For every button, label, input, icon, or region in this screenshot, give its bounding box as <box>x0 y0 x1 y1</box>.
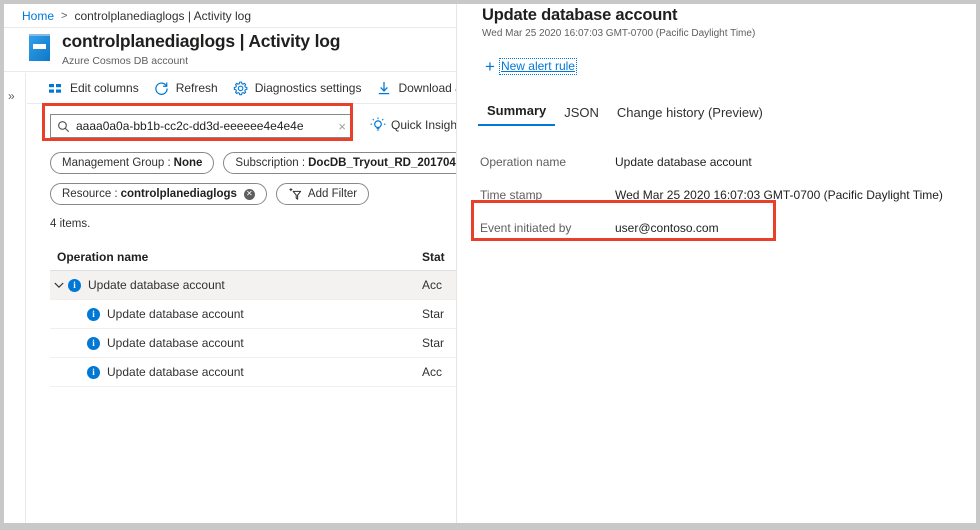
refresh-icon <box>154 80 170 96</box>
table-row[interactable]: i Update database account Star <box>50 300 457 329</box>
filter-pill-resource[interactable]: Resource : controlplanediaglogs ✕ <box>50 183 267 205</box>
chevron-down-icon[interactable] <box>50 282 68 289</box>
info-icon: i <box>87 366 100 379</box>
diagnostics-settings-button[interactable]: Diagnostics settings <box>233 80 362 96</box>
field-value: Wed Mar 25 2020 16:07:03 GMT-0700 (Pacif… <box>615 188 943 202</box>
operation-name-label: Update database account <box>107 336 244 350</box>
refresh-button[interactable]: Refresh <box>154 80 218 96</box>
new-alert-rule-button[interactable]: + New alert rule <box>485 58 577 75</box>
edit-columns-button[interactable]: Edit columns <box>48 80 139 96</box>
breadcrumb-home-link[interactable]: Home <box>22 9 54 23</box>
table-row[interactable]: i Update database account Star <box>50 329 457 358</box>
filter-pill-row-1: Management Group : None Subscription : D… <box>50 152 457 174</box>
filter-pill-label: Resource : <box>62 188 118 200</box>
info-icon: i <box>87 308 100 321</box>
filter-pill-label: Management Group : <box>62 157 171 169</box>
refresh-label: Refresh <box>176 81 218 95</box>
gear-icon <box>233 80 249 96</box>
field-value: Update database account <box>615 155 752 169</box>
tab-summary[interactable]: Summary <box>478 103 555 126</box>
search-icon <box>57 120 70 133</box>
field-label: Time stamp <box>480 188 615 202</box>
search-input-value: aaaa0a0a-bb1b-cc2c-dd3d-eeeeee4e4e4e <box>76 119 334 133</box>
detail-field-list: Operation name Update database account T… <box>480 145 980 244</box>
filter-pill-row-2: Resource : controlplanediaglogs ✕ Add Fi… <box>50 183 378 205</box>
search-input[interactable]: aaaa0a0a-bb1b-cc2c-dd3d-eeeeee4e4e4e × <box>50 114 353 138</box>
field-label: Operation name <box>480 155 615 169</box>
remove-filter-icon[interactable]: ✕ <box>244 189 255 200</box>
blade-title-block: controlplanediaglogs | Activity log Azur… <box>4 29 457 72</box>
operation-name-label: Update database account <box>107 307 244 321</box>
page-subtitle: Azure Cosmos DB account <box>62 55 188 67</box>
operation-name-label: Update database account <box>88 278 225 292</box>
portal-window: Home > controlplanediaglogs | Activity l… <box>4 4 976 523</box>
lightbulb-icon <box>370 117 386 133</box>
operation-name-field: Operation name Update database account <box>480 145 980 178</box>
filter-pill-value: None <box>174 157 203 169</box>
cell-operation-name: i Update database account <box>50 365 422 379</box>
event-initiated-by-field: Event initiated by user@contoso.com <box>480 211 980 244</box>
field-value: user@contoso.com <box>615 221 719 235</box>
activity-log-table: Operation name Stat i Update database ac… <box>50 244 457 387</box>
quick-insights-label: Quick Insights <box>391 118 457 132</box>
time-stamp-field: Time stamp Wed Mar 25 2020 16:07:03 GMT-… <box>480 178 980 211</box>
breadcrumb-current: controlplanediaglogs | Activity log <box>74 9 251 23</box>
table-row[interactable]: i Update database account Acc <box>50 358 457 387</box>
edit-columns-label: Edit columns <box>70 81 139 95</box>
cell-status: Star <box>422 307 457 321</box>
cell-status: Acc <box>422 278 457 292</box>
cosmos-db-icon <box>27 33 54 62</box>
breadcrumb-separator-icon: > <box>61 10 67 22</box>
info-icon: i <box>87 337 100 350</box>
tab-json[interactable]: JSON <box>555 105 608 126</box>
command-toolbar: Edit columns Refresh <box>27 73 457 104</box>
tab-change-history[interactable]: Change history (Preview) <box>608 105 772 126</box>
items-count: 4 items. <box>50 218 90 230</box>
cell-status: Star <box>422 336 457 350</box>
detail-title: Update database account <box>482 6 677 25</box>
download-icon <box>376 80 392 96</box>
quick-insights-button[interactable]: Quick Insights <box>370 117 457 133</box>
add-filter-label: Add Filter <box>308 188 357 200</box>
download-as-csv-button[interactable]: Download as C <box>376 80 457 96</box>
info-icon: i <box>68 279 81 292</box>
filter-pill-subscription[interactable]: Subscription : DocDB_Tryout_RD_201704 <box>223 152 457 174</box>
cell-operation-name: i Update database account <box>50 307 422 321</box>
expand-menu-icon[interactable]: » <box>8 89 15 103</box>
cell-operation-name: i Update database account <box>50 278 422 292</box>
event-detail-blade <box>465 4 976 523</box>
field-label: Event initiated by <box>480 221 615 235</box>
add-filter-button[interactable]: Add Filter <box>276 183 369 205</box>
clear-search-icon[interactable]: × <box>334 120 346 133</box>
cell-status: Acc <box>422 365 457 379</box>
columns-icon <box>48 80 64 96</box>
table-header-row: Operation name Stat <box>50 244 457 271</box>
detail-subtitle: Wed Mar 25 2020 16:07:03 GMT-0700 (Pacif… <box>482 28 755 39</box>
column-header-operation-name[interactable]: Operation name <box>50 250 422 264</box>
diagnostics-settings-label: Diagnostics settings <box>255 81 362 95</box>
filter-pill-value: DocDB_Tryout_RD_201704 <box>308 157 456 169</box>
page-title: controlplanediaglogs | Activity log <box>62 31 340 52</box>
blade-menu-rail: » <box>4 73 26 523</box>
download-as-csv-label: Download as C <box>398 81 457 95</box>
table-row[interactable]: i Update database account Acc <box>50 271 457 300</box>
screenshot-root: Home > controlplanediaglogs | Activity l… <box>0 0 980 530</box>
operation-name-label: Update database account <box>107 365 244 379</box>
plus-icon: + <box>485 58 495 75</box>
cell-operation-name: i Update database account <box>50 336 422 350</box>
filter-pill-label: Subscription : <box>235 157 305 169</box>
activity-log-blade: Home > controlplanediaglogs | Activity l… <box>4 4 457 523</box>
column-header-status[interactable]: Stat <box>422 250 457 264</box>
filter-pill-management-group[interactable]: Management Group : None <box>50 152 214 174</box>
new-alert-rule-label: New alert rule <box>499 58 577 75</box>
filter-pill-value: controlplanediaglogs <box>121 188 237 200</box>
breadcrumb: Home > controlplanediaglogs | Activity l… <box>4 4 457 28</box>
detail-tabs: Summary JSON Change history (Preview) <box>478 100 772 126</box>
add-filter-icon <box>288 188 303 201</box>
